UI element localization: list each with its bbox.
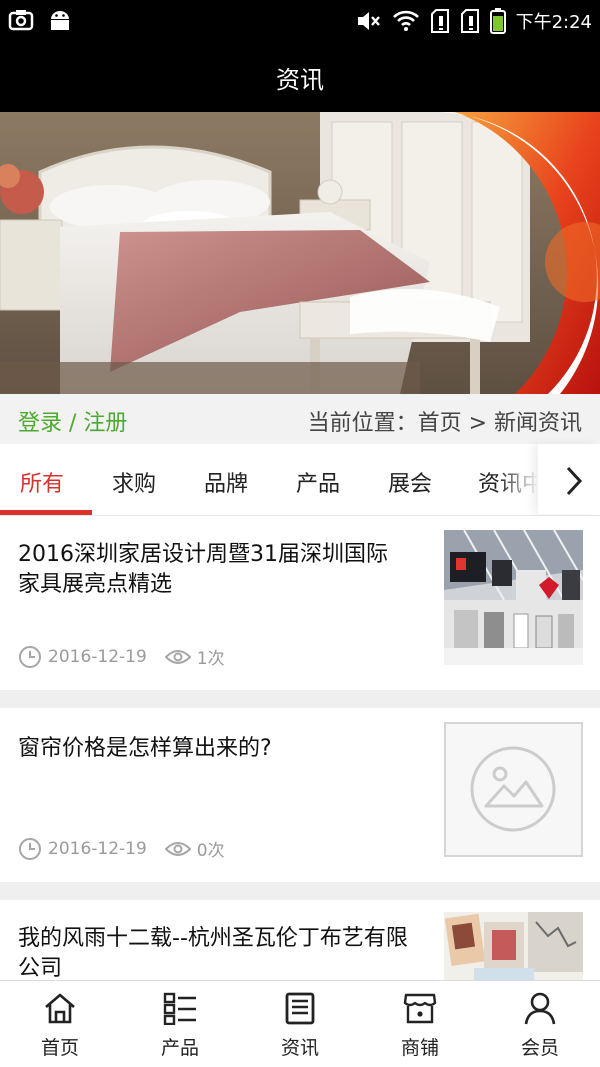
fabric-photo-image [444, 912, 583, 980]
status-time: 下午2:24 [515, 12, 592, 33]
login-register-link[interactable]: 登录 / 注册 [18, 405, 127, 437]
news-item[interactable]: 2016深圳家居设计周暨31届深圳国际家具展亮点精选 2016-12-19 1次 [0, 516, 600, 690]
news-title[interactable]: 窗帘价格是怎样算出来的? [18, 734, 408, 764]
status-right-icons: 下午2:24 [356, 8, 592, 34]
bedroom-illustration [0, 112, 600, 394]
news-views: 0次 [196, 841, 225, 861]
nav-label: 资讯 [280, 1037, 319, 1059]
page-title: 资讯 [276, 66, 324, 94]
eye-icon [164, 841, 191, 856]
tab-products[interactable]: 产品 [296, 466, 340, 498]
banner-image[interactable] [0, 112, 600, 394]
news-meta: 2016-12-19 1次 [18, 644, 225, 669]
status-left-icons [8, 8, 72, 32]
wifi-icon [392, 10, 419, 31]
tab-brand[interactable]: 品牌 [204, 466, 248, 498]
news-icon [285, 992, 315, 1025]
news-date: 2016-12-19 [48, 838, 147, 859]
list-icon [163, 992, 196, 1025]
tab-scroll-right-button[interactable] [538, 444, 600, 514]
sim2-icon [460, 9, 479, 33]
login-bar: 登录 / 注册 当前位置：首页 > 新闻资讯 [0, 394, 600, 444]
mute-icon [357, 12, 380, 30]
app-root: 下午2:24 资讯 登录 / 注册 当前位置：首页 > 新闻资讯 所有 求购 品… [0, 0, 600, 1067]
image-placeholder-icon [444, 722, 583, 857]
list-divider [0, 882, 600, 900]
news-meta: 2016-12-19 0次 [18, 836, 225, 861]
clock-icon [19, 837, 41, 860]
nav-label: 商铺 [400, 1037, 439, 1059]
chevron-right-icon [566, 466, 583, 496]
active-tab-indicator [0, 510, 92, 515]
tab-exhibition[interactable]: 展会 [388, 466, 432, 498]
nav-label: 会员 [520, 1037, 559, 1059]
bottom-nav: 首页 产品 资讯 商铺 会员 [0, 980, 600, 1067]
news-views: 1次 [196, 649, 225, 669]
news-thumbnail[interactable] [444, 530, 583, 665]
title-bar: 资讯 [0, 42, 600, 112]
news-item[interactable]: 我的风雨十二载--杭州圣瓦伦丁布艺有限公司 [0, 900, 600, 980]
tab-scroll-fade [498, 444, 538, 514]
nav-label: 产品 [160, 1037, 199, 1059]
news-thumbnail[interactable] [444, 912, 583, 980]
nav-shop[interactable]: 商铺 [360, 981, 480, 1067]
status-bar: 下午2:24 [0, 0, 600, 42]
nav-home[interactable]: 首页 [0, 981, 120, 1067]
list-divider [0, 690, 600, 708]
nav-news[interactable]: 资讯 [240, 981, 360, 1067]
user-icon [524, 992, 556, 1025]
breadcrumb: 当前位置：首页 > 新闻资讯 [307, 411, 582, 436]
tab-all[interactable]: 所有 [20, 466, 64, 498]
android-icon [51, 11, 69, 30]
tab-purchase[interactable]: 求购 [112, 466, 156, 498]
eye-icon [164, 649, 191, 664]
home-icon [45, 993, 75, 1024]
news-title[interactable]: 我的风雨十二载--杭州圣瓦伦丁布艺有限公司 [18, 924, 408, 980]
clock-icon [19, 645, 41, 668]
expo-photo-image [444, 530, 583, 665]
nav-products[interactable]: 产品 [120, 981, 240, 1067]
shop-icon [403, 993, 437, 1024]
screenshot-icon [8, 10, 34, 31]
battery-icon [489, 8, 506, 34]
sim1-icon [430, 9, 449, 33]
nav-label: 首页 [40, 1037, 79, 1059]
news-item[interactable]: 窗帘价格是怎样算出来的? 2016-12-19 0次 [0, 708, 600, 882]
news-title[interactable]: 2016深圳家居设计周暨31届深圳国际家具展亮点精选 [18, 540, 408, 600]
news-thumbnail[interactable] [444, 722, 583, 857]
news-date: 2016-12-19 [48, 646, 147, 667]
nav-member[interactable]: 会员 [480, 981, 600, 1067]
